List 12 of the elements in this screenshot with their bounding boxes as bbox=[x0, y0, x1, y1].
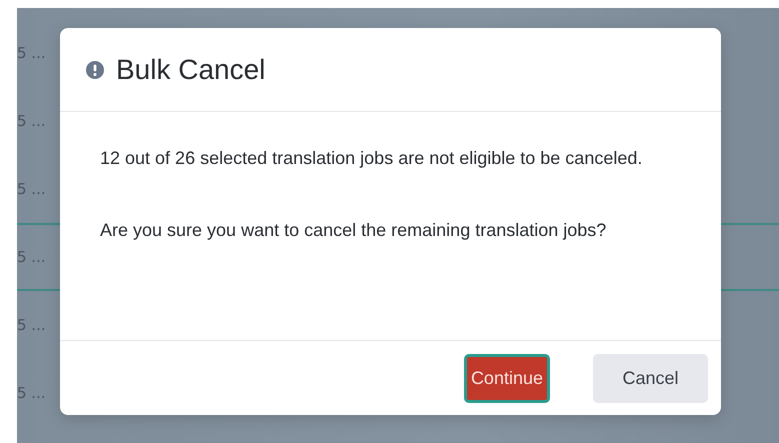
alert-icon bbox=[86, 60, 104, 78]
continue-button[interactable]: Continue bbox=[464, 354, 550, 402]
table-cell: 5 ... bbox=[17, 316, 46, 334]
cancel-button[interactable]: Cancel bbox=[593, 354, 708, 402]
table-cell: 5 ... bbox=[17, 44, 46, 62]
dialog-title: Bulk Cancel bbox=[116, 54, 266, 86]
table-cell: 5 ... bbox=[17, 112, 46, 130]
dialog-message: Are you sure you want to cancel the remaining translation jobs? bbox=[100, 219, 608, 242]
dialog-message: 12 out of 26 selected translation jobs are not eligible to be canceled. bbox=[100, 147, 644, 170]
table-cell: 5 ... bbox=[17, 180, 46, 198]
table-cell: 5 ... bbox=[17, 248, 46, 266]
table-cell: 5 ... bbox=[17, 384, 46, 402]
